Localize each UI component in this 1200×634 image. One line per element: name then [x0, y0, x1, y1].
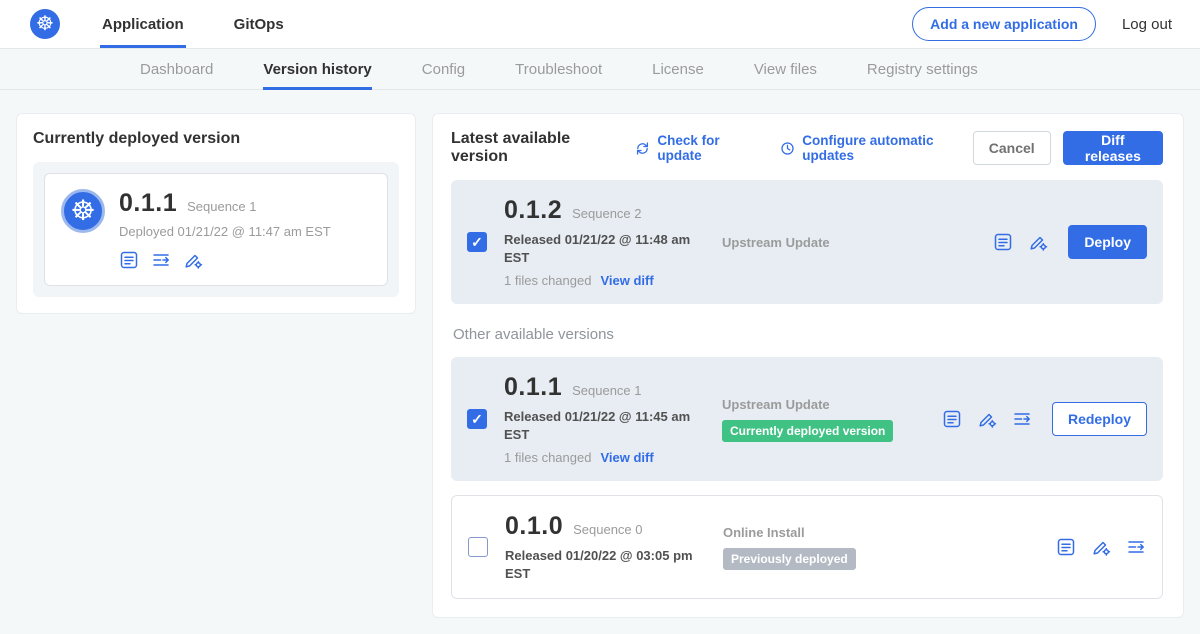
- version-actions: Deploy: [993, 225, 1147, 259]
- topnav-tabs: Application GitOps: [100, 0, 332, 48]
- deployed-version-box: ☸ 0.1.1 Sequence 1 Deployed 01/21/22 @ 1…: [33, 162, 399, 297]
- edit-config-icon[interactable]: [977, 409, 997, 429]
- currently-deployed-badge: Currently deployed version: [722, 420, 893, 442]
- tab-application[interactable]: Application: [100, 0, 186, 48]
- redeploy-button[interactable]: Redeploy: [1052, 402, 1147, 436]
- version-source: Upstream Update Currently deployed versi…: [722, 397, 930, 442]
- view-diff-link[interactable]: View diff: [600, 273, 653, 288]
- released-timestamp: Released 01/21/22 @ 11:45 am EST: [504, 408, 692, 443]
- source-label: Upstream Update: [722, 235, 981, 250]
- release-notes-icon[interactable]: [1056, 537, 1076, 557]
- refresh-icon: [634, 140, 651, 157]
- deployed-version-sequence: Sequence 1: [187, 199, 256, 214]
- diff-releases-button[interactable]: Diff releases: [1063, 131, 1163, 165]
- cancel-button[interactable]: Cancel: [973, 131, 1051, 165]
- app-logo-icon: ☸: [61, 189, 105, 233]
- version-sequence: Sequence 0: [573, 522, 642, 537]
- version-source: Online Install Previously deployed: [723, 525, 1044, 570]
- deployed-version-card: ☸ 0.1.1 Sequence 1 Deployed 01/21/22 @ 1…: [44, 173, 388, 286]
- other-available-versions-label: Other available versions: [453, 326, 1163, 343]
- view-diff-icon[interactable]: [1126, 537, 1146, 557]
- check-for-update-link[interactable]: Check for update: [634, 133, 757, 163]
- deployed-version-info: 0.1.1 Sequence 1 Deployed 01/21/22 @ 11:…: [119, 189, 331, 270]
- top-navbar: ☸ Application GitOps Add a new applicati…: [0, 0, 1200, 49]
- deploy-button[interactable]: Deploy: [1068, 225, 1147, 259]
- version-checkbox[interactable]: [467, 232, 487, 252]
- version-number: 0.1.2: [504, 196, 562, 225]
- version-info: 0.1.0 Sequence 0 Released 01/20/22 @ 03:…: [505, 512, 723, 582]
- topnav-right: Add a new application Log out: [912, 7, 1172, 41]
- version-source: Upstream Update: [722, 235, 981, 250]
- kubernetes-logo-icon: ☸: [30, 9, 60, 39]
- clock-icon: [779, 140, 796, 157]
- release-notes-icon[interactable]: [942, 409, 962, 429]
- version-info: 0.1.2 Sequence 2 Released 01/21/22 @ 11:…: [504, 196, 722, 288]
- version-row-0-1-0: 0.1.0 Sequence 0 Released 01/20/22 @ 03:…: [451, 495, 1163, 599]
- version-sequence: Sequence 1: [572, 383, 641, 398]
- subnav-version-history[interactable]: Version history: [263, 49, 371, 89]
- version-number: 0.1.0: [505, 512, 563, 541]
- version-info: 0.1.1 Sequence 1 Released 01/21/22 @ 11:…: [504, 373, 722, 465]
- available-versions-header: Latest available version Check for updat…: [451, 130, 1163, 166]
- app-subnav: Dashboard Version history Config Trouble…: [0, 49, 1200, 90]
- latest-available-title: Latest available version: [451, 130, 618, 166]
- released-timestamp: Released 01/21/22 @ 11:48 am EST: [504, 231, 692, 266]
- version-actions: [1056, 537, 1146, 557]
- configure-automatic-updates-label: Configure automatic updates: [802, 133, 972, 163]
- version-checkbox[interactable]: [467, 409, 487, 429]
- edit-config-icon[interactable]: [1091, 537, 1111, 557]
- subnav-registry-settings[interactable]: Registry settings: [867, 49, 978, 89]
- currently-deployed-title: Currently deployed version: [33, 130, 399, 148]
- view-diff-icon[interactable]: [151, 250, 171, 270]
- currently-deployed-panel: Currently deployed version ☸ 0.1.1 Seque…: [16, 113, 416, 314]
- edit-config-icon[interactable]: [1028, 232, 1048, 252]
- deployed-version-number: 0.1.1: [119, 189, 177, 218]
- subnav-view-files[interactable]: View files: [754, 49, 817, 89]
- check-for-update-label: Check for update: [657, 133, 757, 163]
- version-actions: Redeploy: [942, 402, 1147, 436]
- subnav-dashboard[interactable]: Dashboard: [140, 49, 213, 89]
- version-row-0-1-2: 0.1.2 Sequence 2 Released 01/21/22 @ 11:…: [451, 180, 1163, 304]
- add-new-application-button[interactable]: Add a new application: [912, 7, 1096, 41]
- tab-gitops[interactable]: GitOps: [232, 0, 286, 48]
- released-timestamp: Released 01/20/22 @ 03:05 pm EST: [505, 547, 693, 582]
- release-notes-icon[interactable]: [119, 250, 139, 270]
- subnav-license[interactable]: License: [652, 49, 704, 89]
- logout-link[interactable]: Log out: [1122, 16, 1172, 33]
- deployed-timestamp: Deployed 01/21/22 @ 11:47 am EST: [119, 224, 331, 239]
- version-sequence: Sequence 2: [572, 206, 641, 221]
- files-changed-label: 1 files changed: [504, 273, 591, 288]
- previously-deployed-badge: Previously deployed: [723, 548, 856, 570]
- view-diff-icon[interactable]: [1012, 409, 1032, 429]
- configure-automatic-updates-link[interactable]: Configure automatic updates: [779, 133, 972, 163]
- source-label: Upstream Update: [722, 397, 930, 412]
- available-versions-panel: Latest available version Check for updat…: [432, 113, 1184, 618]
- version-row-0-1-1: 0.1.1 Sequence 1 Released 01/21/22 @ 11:…: [451, 357, 1163, 481]
- files-changed-label: 1 files changed: [504, 450, 591, 465]
- edit-config-icon[interactable]: [183, 250, 203, 270]
- subnav-config[interactable]: Config: [422, 49, 465, 89]
- subnav-troubleshoot[interactable]: Troubleshoot: [515, 49, 602, 89]
- version-checkbox[interactable]: [468, 537, 488, 557]
- main-content: Currently deployed version ☸ 0.1.1 Seque…: [0, 90, 1200, 618]
- view-diff-link[interactable]: View diff: [600, 450, 653, 465]
- version-number: 0.1.1: [504, 373, 562, 402]
- release-notes-icon[interactable]: [993, 232, 1013, 252]
- source-label: Online Install: [723, 525, 1044, 540]
